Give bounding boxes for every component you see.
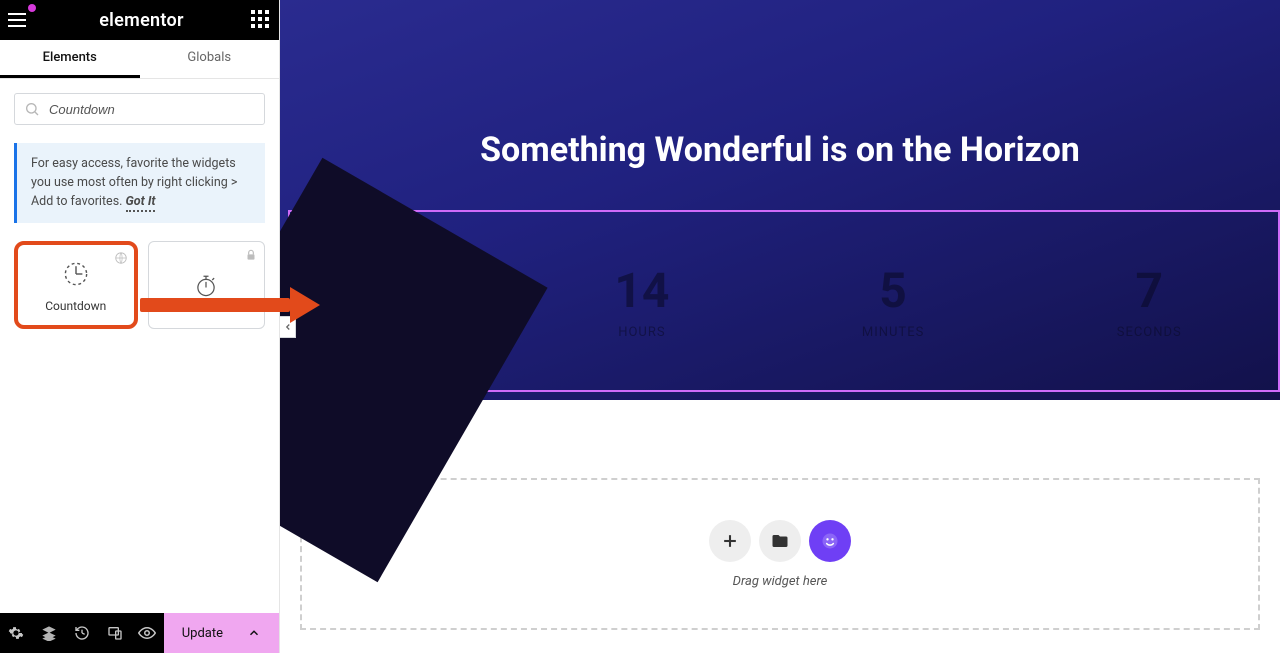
- apps-grid-button[interactable]: [251, 10, 271, 30]
- global-widget-icon: [114, 251, 128, 265]
- cd-value: 5: [879, 262, 907, 319]
- widget-stopwatch-locked[interactable]: [148, 241, 266, 329]
- cd-label: SECONDS: [1117, 325, 1182, 340]
- tab-elements[interactable]: Elements: [0, 40, 140, 78]
- lock-icon: [244, 248, 258, 262]
- widget-search: [14, 93, 265, 125]
- widget-countdown[interactable]: Countdown: [14, 241, 138, 329]
- sidebar-tabs: Elements Globals: [0, 40, 279, 79]
- editor-sidebar: elementor Elements Globals For easy acce…: [0, 0, 280, 653]
- preview-button[interactable]: [131, 613, 164, 653]
- cd-label: MINUTES: [862, 325, 924, 340]
- sidebar-bottombar: Update: [0, 613, 279, 653]
- cd-label: DAYS: [386, 325, 422, 340]
- stopwatch-icon: [191, 270, 221, 300]
- cd-value: 7: [1135, 262, 1163, 319]
- empty-section-dropzone[interactable]: Drag widget here: [300, 478, 1260, 630]
- countdown-hours: 14 HOURS: [614, 262, 669, 340]
- dropzone-actions: [709, 520, 851, 562]
- tip-got-it[interactable]: Got It: [126, 194, 156, 212]
- chevron-up-icon: [247, 626, 261, 640]
- cd-value: 14: [614, 262, 669, 319]
- countdown-days: 0 DAYS: [386, 262, 422, 340]
- search-icon: [24, 101, 40, 117]
- add-template-button[interactable]: [759, 520, 801, 562]
- menu-button[interactable]: [8, 8, 32, 32]
- cd-label: HOURS: [618, 325, 665, 340]
- favorites-tip: For easy access, favorite the widgets yo…: [14, 143, 265, 223]
- widget-list: Countdown: [14, 241, 265, 329]
- notification-dot-icon: [28, 4, 36, 12]
- history-button[interactable]: [66, 613, 99, 653]
- add-section-button[interactable]: [709, 520, 751, 562]
- dropzone-hint: Drag widget here: [733, 574, 828, 589]
- responsive-button[interactable]: [98, 613, 131, 653]
- preview-canvas[interactable]: Something Wonderful is on the Horizon 0 …: [280, 0, 1280, 653]
- collapse-sidebar-button[interactable]: [280, 316, 296, 338]
- hero-section[interactable]: Something Wonderful is on the Horizon 0 …: [280, 0, 1280, 400]
- widget-label: Countdown: [45, 299, 106, 313]
- hero-title: Something Wonderful is on the Horizon: [280, 130, 1280, 170]
- update-button[interactable]: Update: [164, 613, 279, 653]
- countdown-minutes: 5 MINUTES: [862, 262, 924, 340]
- countdown-widget[interactable]: 0 DAYS 14 HOURS 5 MINUTES 7 SECONDS: [288, 210, 1280, 392]
- cd-value: 0: [390, 262, 418, 319]
- countdown-seconds: 7 SECONDS: [1117, 262, 1182, 340]
- countdown-clock-icon: [59, 257, 93, 291]
- sidebar-body: For easy access, favorite the widgets yo…: [0, 79, 279, 613]
- settings-button[interactable]: [0, 613, 33, 653]
- ai-assist-button[interactable]: [809, 520, 851, 562]
- update-label: Update: [182, 626, 223, 641]
- search-input[interactable]: [14, 93, 265, 125]
- brand-title: elementor: [32, 10, 251, 31]
- tab-globals[interactable]: Globals: [140, 40, 280, 78]
- sidebar-header: elementor: [0, 0, 279, 40]
- navigator-button[interactable]: [33, 613, 66, 653]
